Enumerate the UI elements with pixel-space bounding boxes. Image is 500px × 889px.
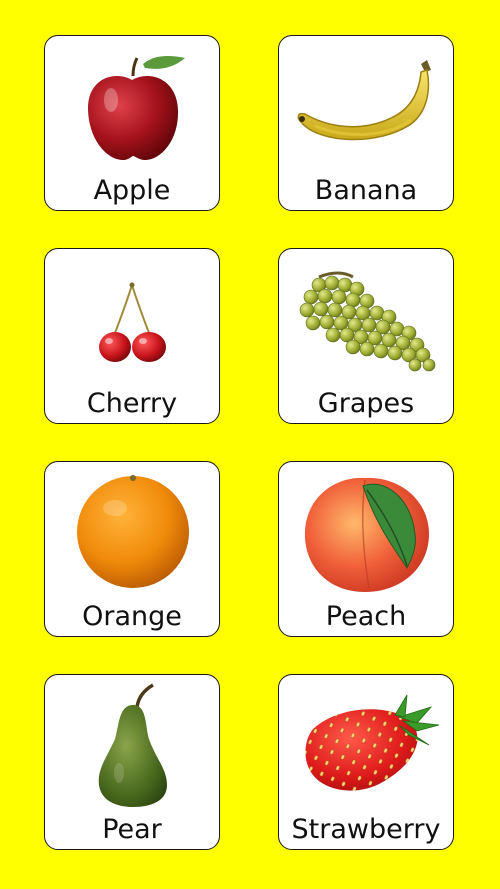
grapes-icon — [299, 271, 436, 372]
fruit-label-pear: Pear — [102, 814, 162, 845]
fruit-label-orange: Orange — [82, 601, 182, 632]
pear-icon — [98, 683, 167, 807]
peach-icon — [304, 477, 429, 592]
fruit-label-banana: Banana — [314, 175, 418, 206]
fruit-label-grapes: Grapes — [317, 388, 415, 419]
fruit-label-strawberry: Strawberry — [291, 814, 441, 845]
apple-icon — [87, 56, 185, 160]
cherry-icon — [99, 282, 166, 362]
fruit-card-apple[interactable]: Apple — [44, 35, 220, 211]
fruit-label-cherry: Cherry — [86, 388, 178, 419]
banana-icon — [297, 60, 431, 141]
fruit-card-peach[interactable]: Peach — [278, 461, 454, 637]
fruit-card-cherry[interactable]: Cherry — [44, 248, 220, 424]
orange-icon — [77, 475, 189, 588]
fruit-card-strawberry[interactable]: Strawberry — [278, 674, 454, 850]
fruit-card-pear[interactable]: Pear — [44, 674, 220, 850]
fruit-card-grapes[interactable]: Grapes — [278, 248, 454, 424]
strawberry-icon — [305, 694, 440, 791]
fruit-card-banana[interactable]: Banana — [278, 35, 454, 211]
fruit-card-orange[interactable]: Orange — [44, 461, 220, 637]
fruit-label-apple: Apple — [93, 175, 171, 206]
fruit-label-peach: Peach — [325, 601, 407, 632]
